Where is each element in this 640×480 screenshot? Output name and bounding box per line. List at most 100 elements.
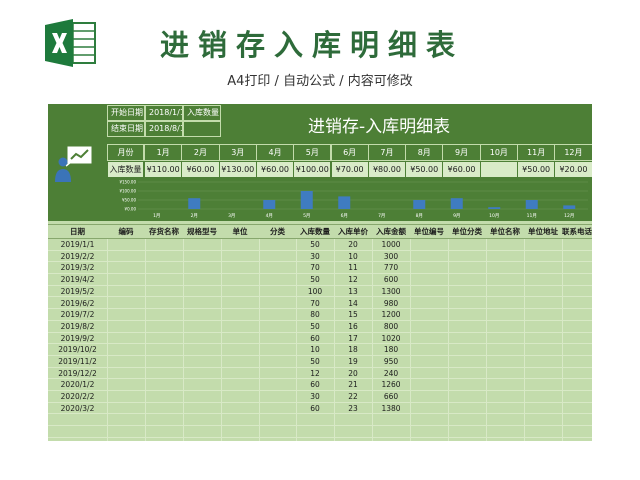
- table-row[interactable]: 2019/7/2 80 15 1200: [48, 309, 592, 321]
- table-cell-date[interactable]: 2019/7/2: [48, 309, 107, 321]
- table-cell-amount[interactable]: 600: [372, 274, 410, 286]
- table-row[interactable]: 2019/6/2 70 14 980: [48, 298, 592, 310]
- table-cell-price[interactable]: 21: [334, 379, 372, 391]
- table-cell-date[interactable]: 2019/8/2: [48, 321, 107, 333]
- table-cell-date[interactable]: 2020/2/2: [48, 391, 107, 403]
- table-cell-price[interactable]: 11: [334, 262, 372, 274]
- table-cell-date[interactable]: 2019/2/2: [48, 251, 107, 263]
- table-cell-date[interactable]: 2019/5/2: [48, 286, 107, 298]
- table-cell-qty[interactable]: 50: [296, 321, 334, 333]
- table-cell-price[interactable]: 14: [334, 298, 372, 310]
- table-row[interactable]: 2020/1/2 60 21 1260: [48, 379, 592, 392]
- table-column-header[interactable]: 编码: [107, 225, 145, 238]
- table-cell-amount[interactable]: 950: [372, 356, 410, 368]
- month-amount-cell[interactable]: [479, 161, 518, 178]
- table-cell-price[interactable]: 17: [334, 333, 372, 345]
- table-cell-qty[interactable]: 60: [296, 333, 334, 345]
- table-cell-amount[interactable]: 980: [372, 298, 410, 310]
- table-column-header[interactable]: 日期: [48, 225, 107, 238]
- table-cell-price[interactable]: 22: [334, 391, 372, 403]
- table-cell-date[interactable]: 2019/12/2: [48, 368, 107, 380]
- table-cell-amount[interactable]: 180: [372, 344, 410, 356]
- table-column-header[interactable]: 规格型号: [183, 225, 221, 238]
- month-amount-cell[interactable]: ¥60.00: [181, 161, 220, 178]
- table-cell-qty[interactable]: 70: [296, 298, 334, 310]
- month-amount-cell[interactable]: ¥80.00: [367, 161, 407, 178]
- table-cell-price[interactable]: 19: [334, 356, 372, 368]
- table-cell-amount[interactable]: 1300: [372, 286, 410, 298]
- table-cell-date[interactable]: 2020/1/2: [48, 379, 107, 391]
- table-cell-qty[interactable]: 50: [296, 239, 334, 251]
- table-cell-qty[interactable]: 30: [296, 251, 334, 263]
- table-cell-amount[interactable]: 1200: [372, 309, 410, 321]
- table-column-header[interactable]: 单位分类: [448, 225, 486, 238]
- table-row[interactable]: 2020/2/2 30 22 660: [48, 391, 592, 403]
- table-cell-price[interactable]: 16: [334, 321, 372, 333]
- table-cell-amount[interactable]: 1260: [372, 379, 410, 391]
- month-amount-cell[interactable]: ¥70.00: [330, 161, 369, 178]
- table-column-header[interactable]: 存货名称: [145, 225, 183, 238]
- table-row[interactable]: 2019/9/2 60 17 1020: [48, 333, 592, 345]
- table-cell-amount[interactable]: 1020: [372, 333, 410, 345]
- table-row[interactable]: 2019/12/2 12 20 240: [48, 368, 592, 380]
- table-column-header[interactable]: 单位: [221, 225, 259, 238]
- table-column-header[interactable]: 单位编号: [410, 225, 448, 238]
- table-cell-qty[interactable]: 50: [296, 274, 334, 286]
- table-column-header[interactable]: 分类: [259, 225, 296, 238]
- table-row[interactable]: 2019/1/1 50 20 1000: [48, 239, 592, 251]
- table-cell-amount[interactable]: 1000: [372, 239, 410, 251]
- table-cell-date[interactable]: 2019/6/2: [48, 298, 107, 310]
- table-row[interactable]: 2019/8/2 50 16 800: [48, 321, 592, 333]
- table-column-header[interactable]: 单位地址: [524, 225, 562, 238]
- table-cell-qty[interactable]: 60: [296, 403, 334, 415]
- table-column-header[interactable]: 单位名称: [486, 225, 524, 238]
- table-cell-date[interactable]: 2019/10/2: [48, 344, 107, 356]
- table-cell-date[interactable]: 2019/9/2: [48, 333, 107, 345]
- table-row[interactable]: 2019/4/2 50 12 600: [48, 274, 592, 286]
- table-cell-qty[interactable]: 100: [296, 286, 334, 298]
- table-cell-qty[interactable]: 60: [296, 379, 334, 391]
- month-amount-cell[interactable]: ¥50.00: [405, 161, 444, 178]
- end-date-value[interactable]: 2018/8/1: [145, 121, 183, 137]
- table-column-header[interactable]: 联系电话: [562, 225, 592, 238]
- table-cell-amount[interactable]: 800: [372, 321, 410, 333]
- month-amount-cell[interactable]: ¥50.00: [517, 161, 556, 178]
- table-cell-amount[interactable]: 1380: [372, 403, 410, 415]
- table-cell-qty[interactable]: 30: [296, 391, 334, 403]
- table-cell-qty[interactable]: 12: [296, 368, 334, 380]
- table-cell-qty[interactable]: 70: [296, 262, 334, 274]
- table-row[interactable]: 2019/2/2 30 10 300: [48, 251, 592, 263]
- qty-value[interactable]: [183, 121, 221, 137]
- table-cell-price[interactable]: 10: [334, 251, 372, 263]
- table-cell-qty[interactable]: 80: [296, 309, 334, 321]
- table-row[interactable]: 2020/3/2 60 23 1380: [48, 403, 592, 415]
- table-row[interactable]: 2019/3/2 70 11 770: [48, 262, 592, 275]
- table-cell-price[interactable]: 15: [334, 309, 372, 321]
- month-amount-cell[interactable]: ¥130.00: [218, 161, 257, 178]
- table-cell-date[interactable]: 2019/11/2: [48, 356, 107, 368]
- table-row[interactable]: [48, 415, 592, 427]
- table-cell-amount[interactable]: 240: [372, 368, 410, 380]
- table-cell-price[interactable]: 13: [334, 286, 372, 298]
- table-column-header[interactable]: 入库单价: [334, 225, 372, 238]
- month-amount-cell[interactable]: ¥60.00: [255, 161, 295, 178]
- table-cell-date[interactable]: 2019/4/2: [48, 274, 107, 286]
- month-amount-cell[interactable]: ¥100.00: [293, 161, 332, 178]
- table-cell-qty[interactable]: 50: [296, 356, 334, 368]
- table-row[interactable]: [48, 426, 592, 438]
- table-cell-price[interactable]: 20: [334, 239, 372, 251]
- table-column-header[interactable]: 入库数量: [296, 225, 334, 238]
- table-cell-date[interactable]: 2019/3/2: [48, 262, 107, 274]
- table-cell-date[interactable]: 2020/3/2: [48, 403, 107, 415]
- table-column-header[interactable]: 入库金额: [372, 225, 410, 238]
- month-amount-cell[interactable]: ¥20.00: [554, 161, 592, 178]
- table-cell-price[interactable]: 12: [334, 274, 372, 286]
- table-cell-amount[interactable]: 300: [372, 251, 410, 263]
- table-cell-date[interactable]: 2019/1/1: [48, 239, 107, 251]
- table-row[interactable]: 2019/11/2 50 19 950: [48, 356, 592, 368]
- month-amount-cell[interactable]: ¥110.00: [144, 161, 183, 178]
- table-cell-amount[interactable]: 770: [372, 262, 410, 274]
- table-cell-price[interactable]: 18: [334, 344, 372, 356]
- month-amount-cell[interactable]: ¥60.00: [442, 161, 481, 178]
- start-date-value[interactable]: 2018/1/1: [145, 105, 183, 121]
